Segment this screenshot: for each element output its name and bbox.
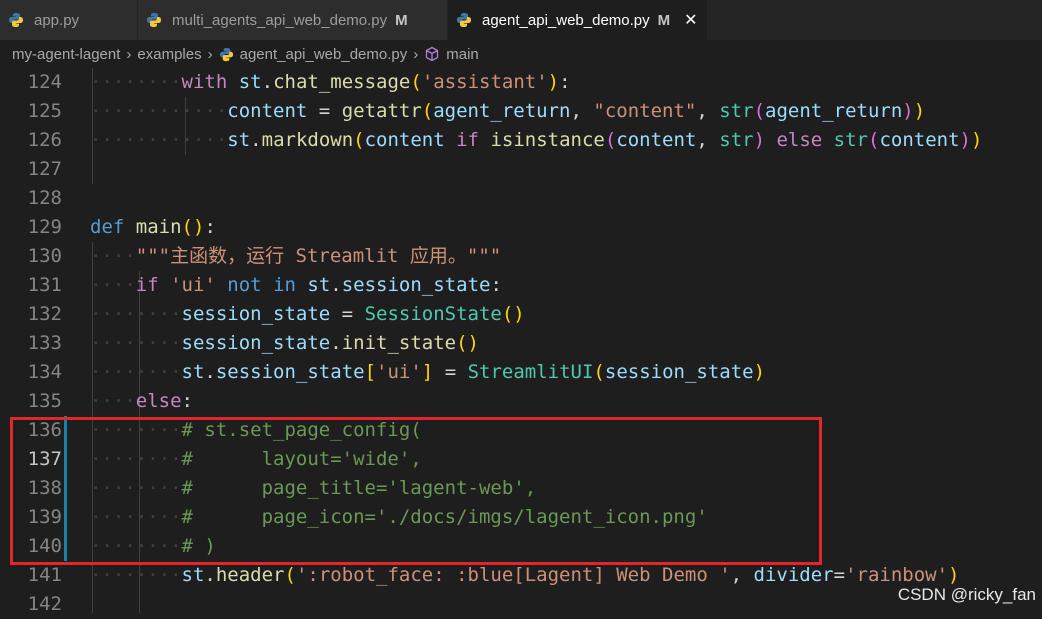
line-number: 142 — [27, 593, 62, 615]
breadcrumb: my-agent-lagent › examples › agent_api_w… — [0, 40, 1042, 68]
code-line: 130 ····"""主函数，运行 Streamlit 应用。""" — [0, 242, 1042, 271]
line-number: 124 — [27, 71, 62, 93]
line-code: ········st.header(':robot_face: :blue[La… — [90, 564, 960, 586]
breadcrumb-separator: › — [207, 45, 213, 63]
python-file-icon — [219, 47, 233, 61]
line-number: 125 — [27, 100, 62, 122]
python-file-icon — [147, 13, 161, 27]
line-number: 135 — [27, 390, 62, 412]
close-icon[interactable]: ✕ — [684, 10, 697, 30]
tab-bar: app.py multi_agents_api_web_demo.py M ag… — [0, 0, 1042, 40]
line-number: 131 — [27, 274, 62, 296]
line-code: ········with st.chat_message('assistant'… — [90, 71, 571, 93]
code-line: 142 — [0, 590, 1042, 619]
tab-label: agent_api_web_demo.py — [482, 11, 650, 29]
code-line: 132 ········session_state = SessionState… — [0, 300, 1042, 329]
breadcrumb-item-file[interactable]: agent_api_web_demo.py — [240, 46, 408, 63]
code-line: 126 ············st.markdown(content if i… — [0, 126, 1042, 155]
line-number: 141 — [27, 564, 62, 586]
line-code: ····if 'ui' not in st.session_state: — [90, 274, 502, 296]
modified-badge: M — [657, 11, 671, 29]
tab-app-py[interactable]: app.py — [0, 0, 138, 40]
code-line: 134 ········st.session_state['ui'] = Str… — [0, 358, 1042, 387]
code-line: 141 ········st.header(':robot_face: :blu… — [0, 561, 1042, 590]
code-line: 135 ····else: — [0, 387, 1042, 416]
breadcrumb-item-folder[interactable]: examples — [137, 46, 201, 63]
line-code: ····"""主函数，运行 Streamlit 应用。""" — [90, 245, 502, 267]
tab-label: multi_agents_api_web_demo.py — [172, 11, 388, 29]
tab-label: app.py — [34, 11, 80, 29]
code-line: 128 — [0, 184, 1042, 213]
code-line: 127 — [0, 155, 1042, 184]
tab-multi-agents-api-web-demo[interactable]: multi_agents_api_web_demo.py M — [138, 0, 448, 40]
code-line: 133 ········session_state.init_state() — [0, 329, 1042, 358]
line-code: def main(): — [90, 216, 216, 238]
breadcrumb-item-folder[interactable]: my-agent-lagent — [12, 46, 120, 63]
code-line: 129 def main(): — [0, 213, 1042, 242]
watermark: CSDN @ricky_fan — [897, 585, 1036, 604]
modified-badge: M — [395, 11, 408, 29]
line-code: ········st.session_state['ui'] = Streaml… — [90, 361, 766, 383]
tab-agent-api-web-demo[interactable]: agent_api_web_demo.py M ✕ — [448, 0, 708, 40]
line-code: ········session_state = SessionState() — [90, 303, 525, 325]
breadcrumb-separator: › — [126, 45, 132, 63]
line-number: 128 — [27, 187, 62, 209]
python-file-icon — [9, 13, 23, 27]
line-number: 127 — [27, 158, 62, 180]
line-number: 129 — [27, 216, 62, 238]
code-line: 124 ········with st.chat_message('assist… — [0, 68, 1042, 97]
line-code: ············st.markdown(content if isins… — [90, 129, 983, 151]
method-cube-icon — [426, 46, 439, 62]
line-number: 132 — [27, 303, 62, 325]
line-number: 126 — [27, 129, 62, 151]
line-code: ············content = getattr(agent_retu… — [90, 100, 926, 122]
line-code: ········session_state.init_state() — [90, 332, 479, 354]
highlight-annotation-box — [10, 417, 822, 565]
line-number: 133 — [27, 332, 62, 354]
python-file-icon — [457, 13, 471, 27]
line-number: 130 — [27, 245, 62, 267]
breadcrumb-separator: › — [413, 45, 419, 63]
line-code: ····else: — [90, 390, 193, 412]
breadcrumb-item-symbol[interactable]: main — [446, 46, 479, 63]
line-number: 134 — [27, 361, 62, 383]
code-line: 131 ····if 'ui' not in st.session_state: — [0, 271, 1042, 300]
code-line: 125 ············content = getattr(agent_… — [0, 97, 1042, 126]
